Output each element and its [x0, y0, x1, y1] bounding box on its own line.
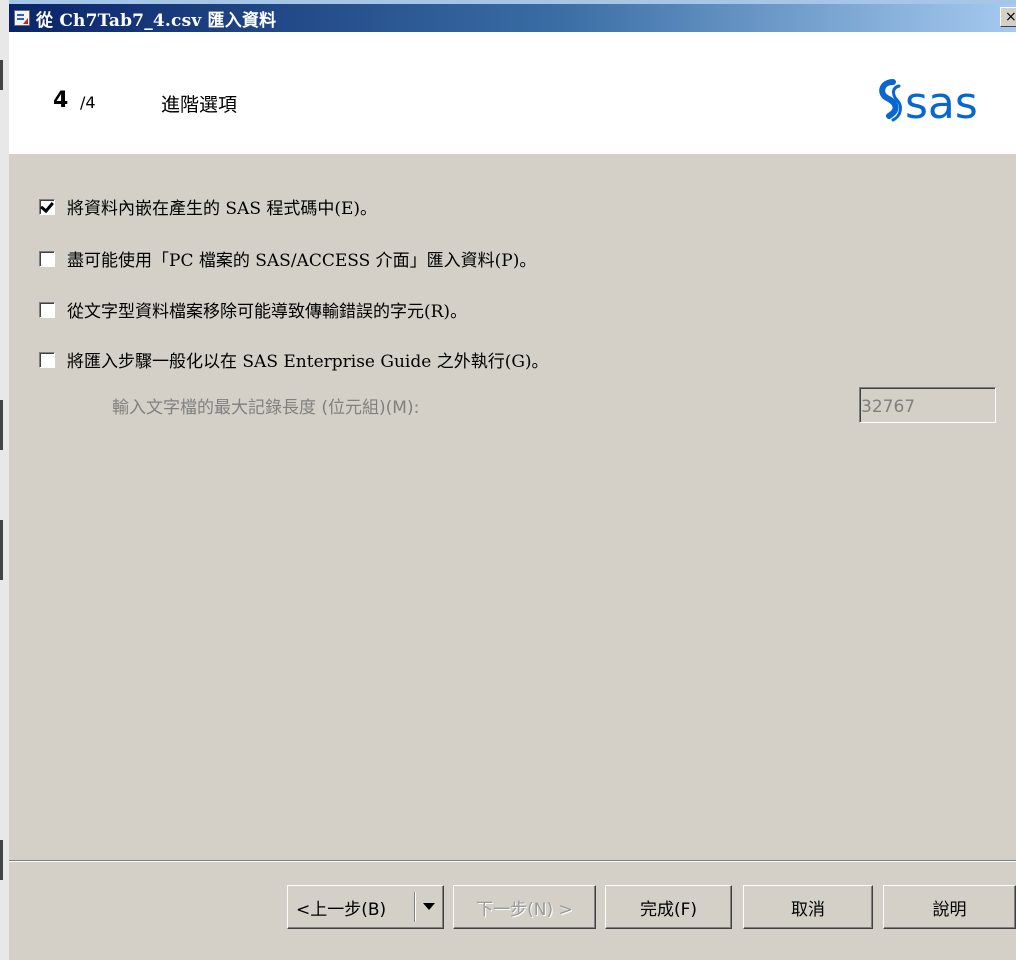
- step-current: 4: [53, 88, 69, 113]
- generalize-step-checkbox[interactable]: [39, 351, 55, 368]
- back-button-label: <上一步(B): [296, 899, 387, 920]
- sas-logo: sas: [879, 78, 978, 126]
- edge-mark: [0, 840, 3, 880]
- next-button[interactable]: 下一步(N) >: [453, 885, 596, 929]
- finish-button[interactable]: 完成(F): [605, 885, 732, 929]
- option-label: 將匯入步驟一般化以在 SAS Enterprise Guide 之外執行(G)。: [67, 352, 549, 372]
- finish-button-label: 完成(F): [639, 899, 698, 920]
- sas-logo-text: sas: [905, 78, 978, 126]
- option-label: 將資料內嵌在產生的 SAS 程式碼中(E)。: [67, 199, 378, 219]
- desktop-edge: [0, 0, 9, 960]
- option-embed-data[interactable]: 將資料內嵌在產生的 SAS 程式碼中(E)。: [39, 194, 377, 219]
- close-icon[interactable]: ×: [1000, 7, 1016, 27]
- option-remove-chars[interactable]: 從文字型資料檔案移除可能導致傳輸錯誤的字元(R)。: [39, 297, 467, 322]
- option-label: 盡可能使用「PC 檔案的 SAS/ACCESS 介面」匯入資料(P)。: [67, 251, 537, 271]
- remove-chars-checkbox[interactable]: [39, 301, 55, 318]
- embed-data-checkbox[interactable]: [39, 198, 55, 215]
- max-record-length-label: 輸入文字檔的最大記錄長度 (位元組)(M):: [112, 398, 420, 418]
- title-bar[interactable]: 從 Ch7Tab7_4.csv 匯入資料 ×: [9, 4, 1016, 32]
- cancel-button-label: 取消: [791, 899, 825, 920]
- edge-mark: [0, 520, 3, 580]
- edge-mark: [0, 400, 3, 450]
- pc-files-access-checkbox[interactable]: [39, 250, 55, 267]
- option-generalize-step[interactable]: 將匯入步驟一般化以在 SAS Enterprise Guide 之外執行(G)。: [39, 347, 549, 372]
- max-record-length-input[interactable]: [859, 387, 996, 423]
- footer-divider-highlight: [9, 861, 1016, 862]
- header-divider: [9, 153, 1016, 154]
- step-title: 進階選項: [161, 94, 238, 116]
- import-data-icon: [14, 10, 30, 26]
- help-button-label: 說明: [932, 899, 967, 920]
- next-button-label: 下一步(N) >: [476, 899, 573, 920]
- step-total: /4: [80, 93, 96, 112]
- window-title: 從 Ch7Tab7_4.csv 匯入資料: [36, 10, 277, 31]
- checkmark-icon: [40, 198, 54, 213]
- option-label: 從文字型資料檔案移除可能導致傳輸錯誤的字元(R)。: [67, 302, 468, 322]
- cancel-button[interactable]: 取消: [743, 885, 873, 929]
- edge-mark: [0, 60, 3, 90]
- dropdown-arrow-icon[interactable]: [423, 903, 435, 910]
- option-pc-files-access[interactable]: 盡可能使用「PC 檔案的 SAS/ACCESS 介面」匯入資料(P)。: [39, 246, 536, 271]
- wizard-header: 4 /4 進階選項 sas: [9, 32, 1016, 154]
- import-data-dialog: 從 Ch7Tab7_4.csv 匯入資料 × 4 /4 進階選項 sas 將資料…: [9, 0, 1016, 960]
- back-button[interactable]: <上一步(B): [287, 885, 444, 929]
- help-button[interactable]: 說明: [883, 885, 1016, 929]
